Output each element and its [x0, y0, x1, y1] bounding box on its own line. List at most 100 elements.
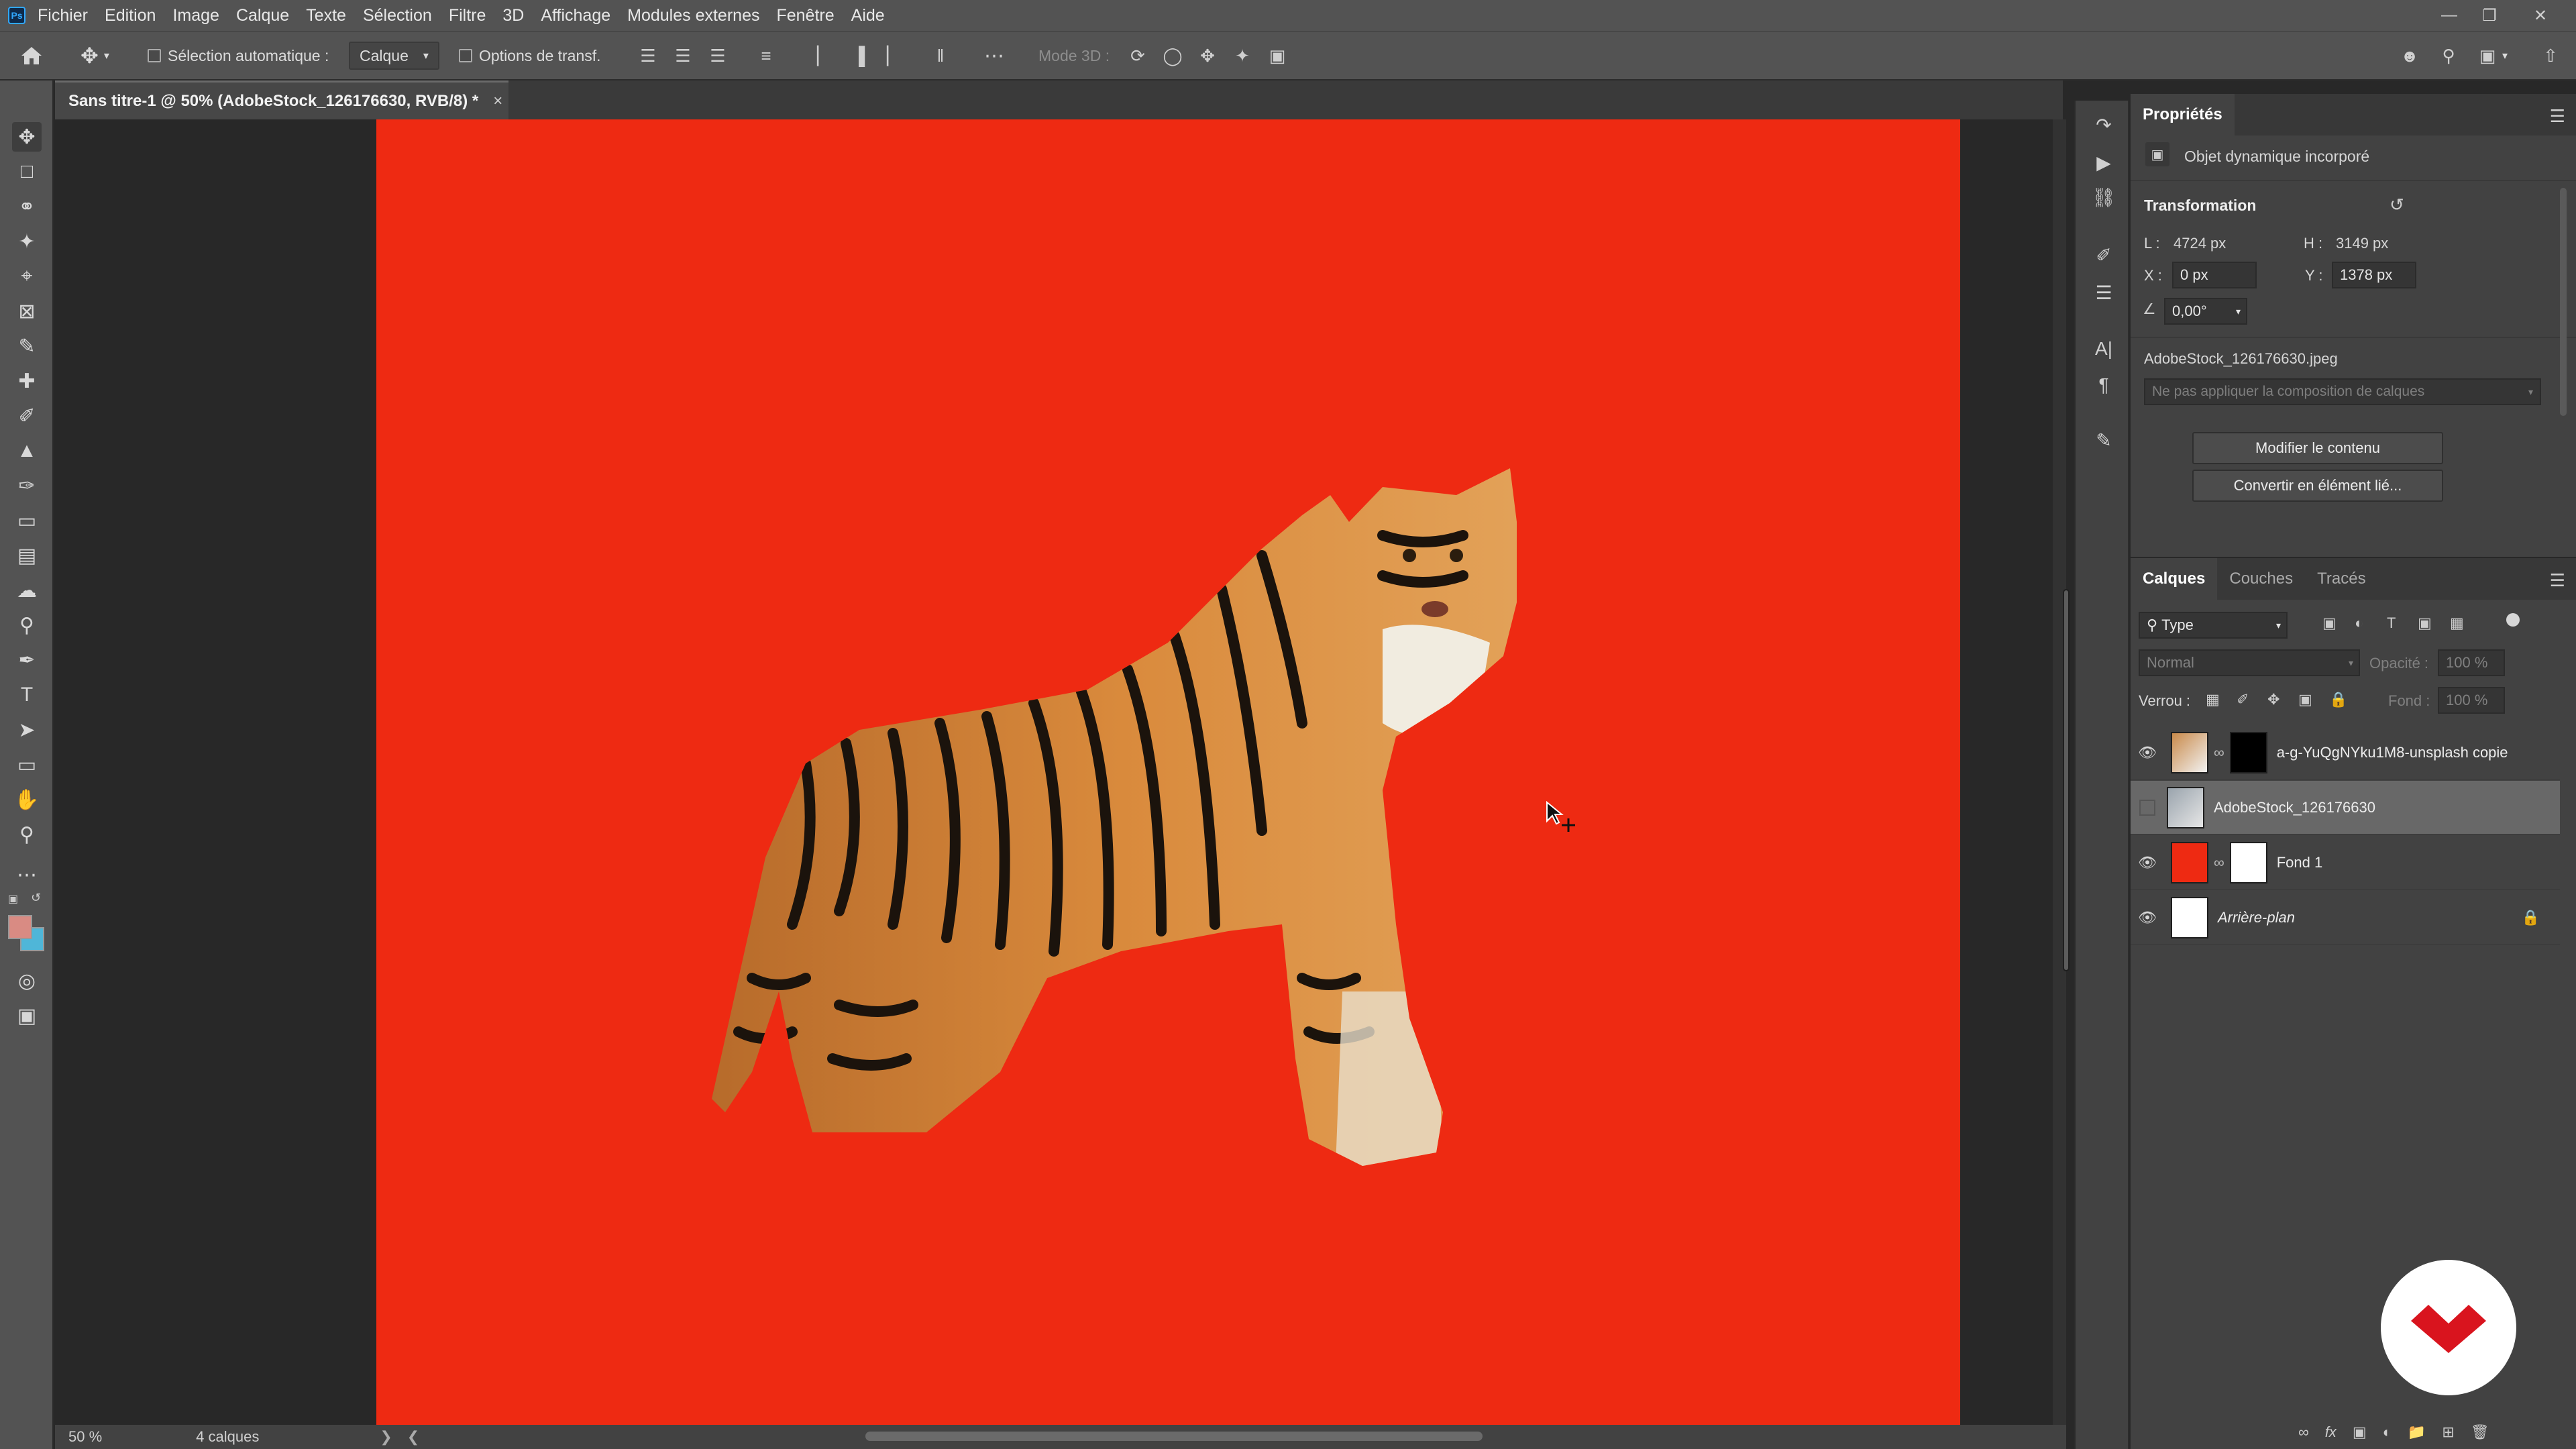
lasso-tool-icon[interactable]: ⚭: [12, 192, 42, 221]
3d-camera-icon[interactable]: ▣: [1267, 32, 1288, 80]
new-layer-icon[interactable]: ⊞: [2442, 1424, 2454, 1441]
filter-toggle-icon[interactable]: [2506, 613, 2520, 627]
zoom-tool-icon[interactable]: ⚲: [12, 820, 42, 849]
tab-paths[interactable]: Tracés: [2305, 558, 2377, 600]
plugins-icon[interactable]: ⛓: [2090, 184, 2117, 211]
menu-filtre[interactable]: Filtre: [449, 6, 486, 25]
layer-row[interactable]: AdobeStock_126176630: [2131, 781, 2560, 835]
align-middle-icon[interactable]: ▐: [848, 32, 869, 80]
layer-mask-thumbnail[interactable]: [2229, 731, 2267, 773]
add-mask-icon[interactable]: ▣: [2353, 1424, 2367, 1441]
document-tab[interactable]: Sans titre-1 @ 50% (AdobeStock_126176630…: [55, 80, 508, 119]
brush-tool-icon[interactable]: ✐: [12, 401, 42, 431]
history-brush-tool-icon[interactable]: ✑: [12, 471, 42, 500]
edit-toolbar-icon[interactable]: ⋯: [12, 860, 42, 890]
layer-mask-thumbnail[interactable]: [2229, 841, 2267, 883]
lock-transparency-icon[interactable]: ▦: [2206, 691, 2220, 708]
horizontal-scroll-thumb[interactable]: [865, 1432, 1483, 1441]
align-left-icon[interactable]: ☰: [637, 32, 659, 80]
blend-mode-dropdown[interactable]: Normal ▾: [2139, 649, 2360, 676]
share-icon[interactable]: ⇧: [2540, 32, 2561, 80]
move-tool-preset-icon[interactable]: ✥ ▾: [80, 32, 109, 80]
menu-aide[interactable]: Aide: [851, 6, 885, 25]
layer-row[interactable]: 👁 ∞ a-g-YuQgNYku1M8-unsplash copie: [2131, 726, 2560, 780]
angle-field[interactable]: 0,00° ▾: [2164, 298, 2247, 325]
link-layers-icon[interactable]: ∞: [2298, 1424, 2309, 1441]
character-icon[interactable]: A|: [2090, 335, 2117, 362]
minimize-icon[interactable]: —: [2431, 0, 2467, 31]
swap-colors-icon[interactable]: ↺: [31, 891, 41, 905]
history-icon[interactable]: ↷: [2090, 111, 2117, 138]
actions-play-icon[interactable]: ▶: [2090, 149, 2117, 176]
reset-transform-icon[interactable]: ↺: [2390, 195, 2404, 215]
menu-texte[interactable]: Texte: [306, 6, 346, 25]
tab-channels[interactable]: Couches: [2217, 558, 2305, 600]
layer-filter-dropdown[interactable]: ⚲ Type ▾: [2139, 612, 2288, 639]
lock-all-icon[interactable]: 🔒: [2329, 691, 2347, 708]
path-selection-tool-icon[interactable]: ➤: [12, 715, 42, 745]
crop-tool-icon[interactable]: ⌖: [12, 262, 42, 291]
adjustments-icon[interactable]: ☰: [2090, 279, 2117, 306]
align-bottom-icon[interactable]: ▏: [883, 32, 904, 80]
height-value[interactable]: 3149 px: [2336, 235, 2388, 252]
close-window-icon[interactable]: ✕: [2522, 0, 2559, 31]
vertical-scroll-thumb[interactable]: [2063, 589, 2070, 971]
layer-row[interactable]: 👁 ∞ Fond 1: [2131, 836, 2560, 890]
lock-position-icon[interactable]: ✥: [2267, 691, 2279, 708]
properties-scrollbar[interactable]: [2560, 188, 2567, 416]
menu-selection[interactable]: Sélection: [363, 6, 432, 25]
pen-tool-icon[interactable]: ✒: [12, 645, 42, 675]
marquee-tool-icon[interactable]: □: [12, 157, 42, 186]
menu-modules-externes[interactable]: Modules externes: [627, 6, 759, 25]
filter-adjustment-icon[interactable]: ◐: [2355, 614, 2363, 632]
notes-icon[interactable]: ✎: [2090, 427, 2117, 453]
align-center-icon[interactable]: ☰: [672, 32, 694, 80]
frame-tool-icon[interactable]: ⊠: [12, 297, 42, 326]
y-position-field[interactable]: 1378 px: [2332, 262, 2416, 288]
menu-image[interactable]: Image: [172, 6, 219, 25]
status-expand-icon[interactable]: ❯: [380, 1428, 392, 1446]
auto-select-check[interactable]: [148, 49, 161, 62]
transform-options-check[interactable]: [459, 49, 472, 62]
link-icon[interactable]: ∞: [2214, 744, 2224, 761]
3d-pan-icon[interactable]: ✥: [1197, 32, 1218, 80]
adjustment-layer-icon[interactable]: ◐: [2383, 1424, 2392, 1441]
3d-roll-icon[interactable]: ◯: [1162, 32, 1183, 80]
restore-icon[interactable]: ❐: [2471, 0, 2508, 31]
align-top-icon[interactable]: ▏: [813, 32, 835, 80]
rectangle-tool-icon[interactable]: ▭: [12, 750, 42, 780]
tab-properties[interactable]: Propriétés: [2131, 94, 2235, 136]
quick-mask-icon[interactable]: ◎: [12, 966, 42, 996]
transform-options-checkbox[interactable]: Options de transf.: [459, 32, 601, 80]
eraser-tool-icon[interactable]: ▭: [12, 506, 42, 535]
layer-dropdown[interactable]: Calque ▾: [349, 32, 439, 80]
photoshop-logo-icon[interactable]: Ps: [8, 7, 25, 24]
distribute-icon[interactable]: ≡: [755, 32, 777, 80]
canvas[interactable]: [376, 119, 1960, 1425]
link-icon[interactable]: ∞: [2214, 854, 2224, 871]
layer-comp-dropdown[interactable]: Ne pas appliquer la composition de calqu…: [2144, 378, 2541, 405]
width-value[interactable]: 4724 px: [2174, 235, 2226, 252]
panel-menu-icon[interactable]: ☰: [2550, 570, 2565, 591]
more-options-icon[interactable]: ⋯: [983, 32, 1005, 80]
layer-style-fx-icon[interactable]: fx: [2325, 1424, 2337, 1441]
gradient-tool-icon[interactable]: ▤: [12, 541, 42, 570]
default-colors-icon[interactable]: ▣: [8, 892, 18, 906]
trash-icon[interactable]: 🗑: [2471, 1424, 2489, 1441]
visibility-toggle[interactable]: [2139, 799, 2155, 816]
distribute-vertical-icon[interactable]: ‖: [930, 32, 951, 80]
eye-icon[interactable]: 👁: [2131, 909, 2164, 926]
workspace-icon[interactable]: ▣ ▾: [2477, 32, 2508, 80]
new-group-icon[interactable]: 📁: [2408, 1424, 2426, 1441]
close-tab-icon[interactable]: ×: [493, 92, 502, 111]
eye-icon[interactable]: 👁: [2131, 744, 2164, 761]
x-position-field[interactable]: 0 px: [2172, 262, 2257, 288]
fill-field[interactable]: 100 %: [2438, 687, 2505, 714]
dodge-tool-icon[interactable]: ⚲: [12, 610, 42, 640]
type-tool-icon[interactable]: T: [12, 680, 42, 710]
menu-affichage[interactable]: Affichage: [541, 6, 610, 25]
search-icon[interactable]: ⚲: [2438, 32, 2459, 80]
convert-to-linked-button[interactable]: Convertir en élément lié...: [2192, 470, 2443, 502]
layer-row[interactable]: 👁 Arrière-plan 🔒: [2131, 891, 2560, 945]
healing-brush-tool-icon[interactable]: ✚: [12, 366, 42, 396]
